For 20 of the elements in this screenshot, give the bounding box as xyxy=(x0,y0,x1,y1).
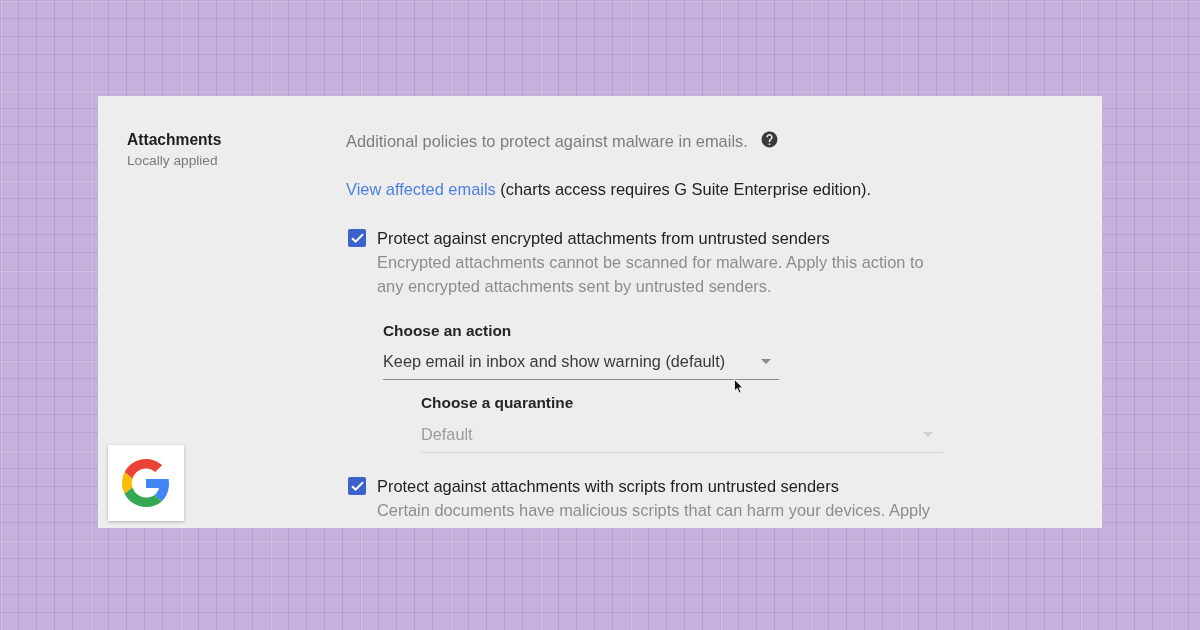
section-subtitle: Locally applied xyxy=(127,152,219,170)
checkbox[interactable] xyxy=(348,229,366,247)
policy-description: Certain documents have malicious scripts that can harm your devices. Apply xyxy=(377,500,931,521)
field-label: Choose an action xyxy=(383,321,513,341)
checkmark-icon xyxy=(350,233,364,243)
checkbox[interactable] xyxy=(348,477,366,495)
checkmark-icon xyxy=(350,481,364,491)
policy-label: Protect against attachments with scripts from untrusted senders xyxy=(377,476,840,497)
mouse-pointer-icon xyxy=(734,379,744,394)
edition-notice: View affected emails (charts access requires G Suite Enterprise edition). xyxy=(346,179,873,200)
policy-description: Encrypted attachments cannot be scanned for malware. Apply this action to any encrypted attachments sent by untrusted senders. xyxy=(377,252,925,297)
field-label: Choose a quarantine xyxy=(421,393,575,413)
section-description: Additional policies to protect against malware in emails. xyxy=(346,131,748,152)
help-icon[interactable] xyxy=(759,129,779,149)
dropdown-caret-icon xyxy=(923,431,933,437)
policy-label: Protect against encrypted attachments from untrusted senders xyxy=(377,228,831,249)
dropdown-caret-icon xyxy=(761,358,771,364)
section-title: Attachments xyxy=(127,130,223,150)
action-dropdown[interactable]: Keep email in inbox and show warning (default) xyxy=(383,343,779,380)
view-affected-emails-link[interactable]: View affected emails xyxy=(346,180,496,198)
